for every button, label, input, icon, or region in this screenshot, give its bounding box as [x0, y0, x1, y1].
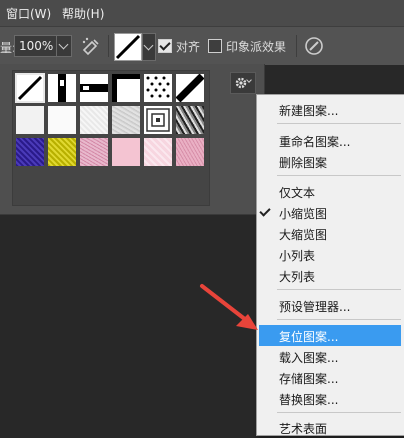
vertical-bar-icon: [58, 74, 66, 102]
pattern-grid: [12, 70, 210, 206]
chevron-down-icon: [143, 40, 154, 51]
menu-item-small-list[interactable]: 小列表: [257, 244, 401, 265]
menu-item-label: 小列表: [279, 249, 316, 263]
pattern-tile[interactable]: [48, 74, 76, 102]
menu-item-load-patterns[interactable]: 载入图案...: [257, 346, 401, 367]
align-checkbox[interactable]: [158, 39, 172, 53]
menu-item-new-pattern[interactable]: 新建图案...: [257, 99, 401, 120]
menu-item-label: 存储图案...: [279, 372, 339, 386]
checkmark-icon: [259, 205, 271, 217]
pattern-tile[interactable]: [80, 74, 108, 102]
menu-item-large-list[interactable]: 大列表: [257, 265, 401, 286]
menubar: 窗口(W) 帮助(H): [0, 0, 404, 26]
menu-item-small-thumbnail[interactable]: 小缩览图: [257, 202, 401, 223]
pattern-tile[interactable]: [176, 74, 204, 102]
menu-item-label: 预设管理器...: [279, 300, 351, 314]
menu-item-label: 仅文本: [279, 186, 316, 200]
menu-separator: [277, 412, 401, 413]
dots-icon: [146, 76, 170, 98]
menu-item-delete-pattern[interactable]: 删除图案: [257, 151, 401, 172]
flow-value: 100%: [19, 39, 54, 53]
pattern-tile[interactable]: [144, 74, 172, 102]
pattern-tile[interactable]: [112, 106, 140, 134]
menu-item-label: 替换图案...: [279, 393, 339, 407]
pressure-stylus-icon[interactable]: [303, 35, 325, 57]
menu-item-rename-pattern[interactable]: 重命名图案...: [257, 130, 401, 151]
pattern-dropdown[interactable]: [142, 33, 156, 61]
gear-button[interactable]: [230, 72, 256, 94]
impressionist-checkbox[interactable]: [208, 39, 222, 53]
menu-separator: [277, 319, 401, 320]
menu-separator: [277, 175, 401, 176]
airbrush-icon[interactable]: [80, 36, 102, 56]
gear-icon: [235, 77, 247, 89]
menu-item-label: 载入图案...: [279, 351, 339, 365]
menu-item-art-surfaces[interactable]: 艺术表面: [257, 417, 401, 438]
menu-item-text-only[interactable]: 仅文本: [257, 181, 401, 202]
menu-item-large-thumbnail[interactable]: 大缩览图: [257, 223, 401, 244]
menu-item-replace-patterns[interactable]: 替换图案...: [257, 388, 401, 409]
menu-item-label: 大缩览图: [279, 228, 328, 242]
impressionist-label: 印象派效果: [226, 40, 287, 54]
pattern-swatch[interactable]: [114, 33, 142, 61]
red-arrow-icon: [200, 284, 258, 330]
menu-item-label: 重命名图案...: [279, 135, 351, 149]
menu-separator: [277, 123, 401, 124]
menu-item-label: 大列表: [279, 270, 316, 284]
menu-item-label: 删除图案: [279, 156, 328, 170]
menu-item-label: 艺术表面: [279, 422, 328, 436]
menu-item-reset-patterns[interactable]: 复位图案...: [259, 325, 401, 346]
horizontal-bar-icon: [80, 84, 108, 92]
pattern-tile[interactable]: [16, 106, 44, 134]
menu-item-save-patterns[interactable]: 存储图案...: [257, 367, 401, 388]
flow-dropdown[interactable]: [56, 36, 71, 56]
menu-item-label: 新建图案...: [279, 104, 339, 118]
flow-field[interactable]: 100%: [14, 35, 72, 57]
concentric-squares-icon: [146, 108, 170, 132]
pattern-tile[interactable]: [176, 106, 204, 134]
pattern-tile[interactable]: [16, 138, 44, 166]
pattern-picker: [0, 64, 265, 215]
divider: [108, 35, 109, 57]
menu-item-label: 小缩览图: [279, 207, 328, 221]
pattern-tile[interactable]: [176, 138, 204, 166]
pattern-tile[interactable]: [80, 138, 108, 166]
divider: [296, 35, 297, 57]
pattern-tile[interactable]: [144, 106, 172, 134]
pattern-tile[interactable]: [112, 74, 140, 102]
chevron-down-icon: [58, 39, 69, 50]
pattern-tile[interactable]: [15, 73, 45, 103]
square-outline-icon: [112, 74, 140, 102]
pattern-tile[interactable]: [144, 138, 172, 166]
diagonal-line-icon: [115, 34, 141, 60]
align-label: 对齐: [176, 40, 201, 54]
diagonal-bold-icon: [176, 74, 204, 102]
pattern-tile[interactable]: [48, 138, 76, 166]
pattern-context-menu: 新建图案... 重命名图案... 删除图案 仅文本 小缩览图 大缩览图 小列表 …: [256, 94, 404, 436]
menu-window[interactable]: 窗口(W): [6, 5, 51, 22]
menu-separator: [277, 289, 401, 290]
pattern-tile[interactable]: [80, 106, 108, 134]
options-bar: 量: 100% 对齐 印象派效果: [0, 26, 404, 65]
pattern-tile[interactable]: [112, 138, 140, 166]
diagonal-line-icon: [17, 75, 43, 101]
menu-item-preset-manager[interactable]: 预设管理器...: [257, 295, 401, 316]
menu-help[interactable]: 帮助(H): [62, 5, 104, 22]
pattern-tile[interactable]: [48, 106, 76, 134]
menu-item-label: 复位图案...: [279, 330, 339, 344]
